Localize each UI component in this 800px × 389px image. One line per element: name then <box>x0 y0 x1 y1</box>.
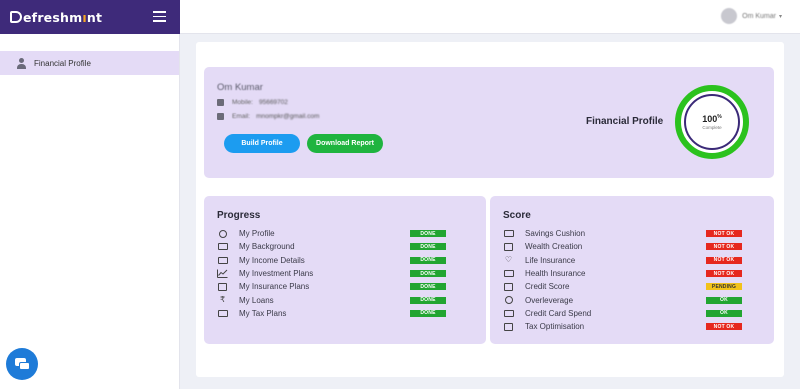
list-item[interactable]: Credit Card Spend OK <box>503 307 763 320</box>
list-item[interactable]: Tax Optimisation NOT OK <box>503 320 763 333</box>
list-item[interactable]: Credit Score PENDING <box>503 280 763 293</box>
progress-panel: Progress My Profile DONE My Background D… <box>204 196 486 344</box>
status-badge: OK <box>706 309 742 317</box>
sidebar: Financial Profile <box>0 34 180 389</box>
status-badge: DONE <box>410 256 446 264</box>
heart-hand-icon: ♡ <box>504 255 513 265</box>
main-content: Om Kumar Mobile: 95669702 Email: mnompkr… <box>196 42 784 377</box>
wallet-icon <box>503 229 514 238</box>
list-item[interactable]: ♡ Life Insurance NOT OK <box>503 254 763 267</box>
completion-percent: 100% <box>702 114 722 124</box>
menu-icon[interactable] <box>153 11 166 22</box>
mobile-row: Mobile: 95669702 <box>217 99 288 106</box>
score-title: Score <box>503 210 531 221</box>
growth-icon <box>503 242 514 251</box>
credit-score-icon <box>503 282 514 291</box>
brand-r-mark <box>10 10 22 23</box>
completion-label: Complete <box>702 125 722 130</box>
list-item[interactable]: My Profile DONE <box>217 227 477 240</box>
list-item[interactable]: Overleverage OK <box>503 293 763 306</box>
status-badge: PENDING <box>706 283 742 291</box>
id-card-icon <box>217 242 228 251</box>
profile-name: Om Kumar <box>217 82 263 93</box>
list-item[interactable]: ₹ My Loans DONE <box>217 293 477 306</box>
brand-logo[interactable]: efreshmınt <box>10 10 102 25</box>
list-item[interactable]: Savings Cushion NOT OK <box>503 227 763 240</box>
email-icon <box>217 113 224 120</box>
list-item[interactable]: My Tax Plans DONE <box>217 307 477 320</box>
brand-bar: efreshmınt <box>0 0 180 34</box>
progress-title: Progress <box>217 210 261 221</box>
build-profile-button[interactable]: Build Profile <box>224 134 300 153</box>
list-item[interactable]: Wealth Creation NOT OK <box>503 240 763 253</box>
sidebar-item-label: Financial Profile <box>34 58 91 68</box>
list-item[interactable]: My Insurance Plans DONE <box>217 280 477 293</box>
health-icon <box>503 269 514 278</box>
top-bar: Om Kumar ▾ <box>180 0 800 34</box>
user-menu[interactable]: Om Kumar ▾ <box>721 8 782 24</box>
mobile-label: Mobile: <box>232 99 253 106</box>
status-badge: NOT OK <box>706 256 742 264</box>
email-value: mnompkr@gmail.com <box>256 113 320 120</box>
mobile-value: 95669702 <box>258 99 288 106</box>
email-row: Email: mnompkr@gmail.com <box>217 113 319 120</box>
status-badge: DONE <box>410 283 446 291</box>
status-badge: DONE <box>410 309 446 317</box>
status-badge: OK <box>706 296 742 304</box>
phone-icon <box>217 99 224 106</box>
status-badge: DONE <box>410 270 446 278</box>
score-list: Savings Cushion NOT OK Wealth Creation N… <box>503 227 763 333</box>
status-badge: NOT OK <box>706 243 742 251</box>
completion-ring: 100% Complete <box>675 85 749 159</box>
progress-list: My Profile DONE My Background DONE My In… <box>217 227 477 320</box>
medical-bag-icon <box>217 282 228 291</box>
money-bill-wave-icon <box>217 309 228 318</box>
tax-icon <box>503 322 514 331</box>
chart-line-icon <box>217 269 228 279</box>
status-badge: DONE <box>410 243 446 251</box>
leverage-icon <box>503 296 514 305</box>
score-panel: Score Savings Cushion NOT OK Wealth Crea… <box>490 196 774 344</box>
status-badge: NOT OK <box>706 230 742 238</box>
user-name: Om Kumar <box>742 12 776 20</box>
chevron-down-icon: ▾ <box>778 13 782 20</box>
chat-button[interactable] <box>6 348 38 380</box>
financial-profile-label: Financial Profile <box>586 116 664 127</box>
money-bill-icon <box>217 256 228 265</box>
avatar <box>721 8 738 24</box>
person-icon <box>17 57 26 69</box>
profile-card: Om Kumar Mobile: 95669702 Email: mnompkr… <box>204 67 774 178</box>
email-label: Email: <box>232 113 251 120</box>
list-item[interactable]: My Background DONE <box>217 240 477 253</box>
status-badge: NOT OK <box>706 323 742 331</box>
download-report-button[interactable]: Download Report <box>307 134 383 153</box>
status-badge: NOT OK <box>706 270 742 278</box>
list-item[interactable]: Health Insurance NOT OK <box>503 267 763 280</box>
status-badge: DONE <box>410 230 446 238</box>
sidebar-item-financial-profile[interactable]: Financial Profile <box>0 51 179 75</box>
user-circle-icon <box>217 229 228 238</box>
list-item[interactable]: My Income Details DONE <box>217 254 477 267</box>
credit-card-icon <box>503 309 514 318</box>
rupee-icon: ₹ <box>219 295 226 305</box>
status-badge: DONE <box>410 296 446 304</box>
list-item[interactable]: My Investment Plans DONE <box>217 267 477 280</box>
